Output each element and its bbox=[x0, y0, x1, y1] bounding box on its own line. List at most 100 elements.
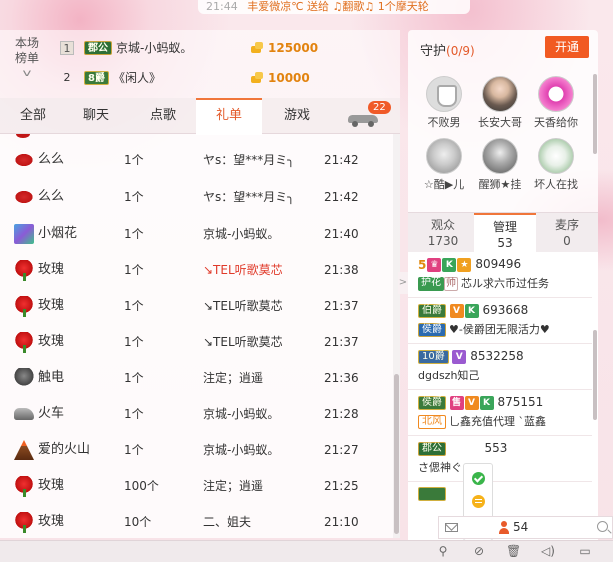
broadcast-time: 21:44 bbox=[206, 0, 238, 13]
collapse-arrow-icon[interactable]: > bbox=[398, 272, 408, 294]
guard-member[interactable]: 长安大哥 bbox=[470, 76, 530, 130]
tab-gift-list[interactable]: 礼单 bbox=[196, 98, 262, 135]
gift-sender[interactable]: 注定；逍遥 bbox=[203, 468, 263, 504]
guard-member[interactable]: 醒狮★挂 bbox=[470, 138, 530, 192]
chat-input-bar[interactable]: 54 bbox=[438, 516, 613, 539]
guard-member-name: 天香给你 bbox=[534, 116, 578, 129]
gift-sender[interactable]: 二、姐夫 bbox=[203, 504, 251, 538]
guard-scrollbar[interactable] bbox=[592, 70, 598, 210]
tab-managers[interactable]: 管理 53 bbox=[474, 213, 536, 253]
menu-circle-icon[interactable] bbox=[472, 495, 485, 508]
speaker-icon[interactable]: ◁) bbox=[541, 544, 555, 558]
gift-sender[interactable]: 京城-小蚂蚁。 bbox=[203, 216, 279, 252]
avatar bbox=[538, 138, 574, 174]
gift-time: 21:27 bbox=[324, 443, 359, 457]
gift-time: 21:25 bbox=[324, 479, 359, 493]
open-guard-button[interactable]: 开通 bbox=[545, 36, 589, 58]
gift-row: 么么 1个 ヤs：望***月ミ╮ 21:42 bbox=[0, 142, 390, 178]
tab-all[interactable]: 全部 bbox=[0, 98, 66, 134]
chevron-down-icon[interactable]: v bbox=[2, 66, 53, 81]
gift-row: 玫瑰 1个 ↘TEL听歌莫芯 21:37 bbox=[0, 288, 390, 324]
manager-row[interactable]: 10爵 V 8532258 dgdszh知己 bbox=[408, 344, 592, 390]
gift-sender[interactable]: ↘TEL听歌莫芯 bbox=[203, 324, 283, 360]
tab-song-request[interactable]: 点歌 bbox=[130, 98, 196, 134]
guard-title-text: 守护 bbox=[420, 44, 447, 59]
gift-sender[interactable]: ヤs：望***月ミ╮ bbox=[203, 179, 294, 215]
crown-icon: ♛ bbox=[427, 258, 442, 272]
gift-sender[interactable]: ↘TEL听歌莫芯 bbox=[203, 252, 283, 288]
mail-icon[interactable] bbox=[445, 523, 458, 532]
tab-audience[interactable]: 观众 1730 bbox=[412, 213, 474, 253]
gift-sender[interactable]: ↘TEL听歌莫芯 bbox=[203, 288, 283, 324]
tab-chat[interactable]: 聊天 bbox=[63, 98, 129, 134]
rank-label[interactable]: 本场 榜单 v bbox=[10, 36, 44, 81]
gift-row: 么么 1个 ヤs：望***月ミ╮ 21:42 bbox=[0, 179, 390, 215]
gift-sender[interactable]: ヤs：望***月ミ╮ bbox=[203, 142, 294, 178]
guard-count: (0/9) bbox=[446, 44, 475, 58]
tab-label: 管理 bbox=[492, 220, 517, 234]
gift-time: 21:40 bbox=[324, 227, 359, 241]
trash-icon[interactable]: 🗑 bbox=[506, 544, 521, 558]
rank-amount-row: 125000 bbox=[250, 36, 318, 58]
gift-count: 1个 bbox=[124, 443, 144, 457]
guard-member[interactable]: ☆酷▶儿 bbox=[414, 138, 474, 192]
gift-count: 1个 bbox=[124, 407, 144, 421]
car-icon[interactable] bbox=[346, 112, 380, 127]
scrollbar-thumb[interactable] bbox=[593, 330, 597, 420]
guard-member-name: 不败男 bbox=[427, 116, 461, 129]
gift-name: 触电 bbox=[38, 370, 65, 385]
volcano-icon bbox=[14, 440, 34, 460]
manager-row[interactable]: 5 ♛ K ★ 809496 护花帅芯ル求六币过任务 bbox=[408, 252, 592, 298]
user-nickname: ♥-侯爵团无限活力♥ bbox=[449, 323, 550, 336]
manager-row[interactable]: 伯爵 V K 693668 侯爵 ♥-侯爵团无限活力♥ bbox=[408, 298, 592, 344]
gift-time: 21:38 bbox=[324, 263, 359, 277]
avatar bbox=[426, 76, 462, 112]
k-badge-icon: K bbox=[442, 258, 457, 272]
k-badge-icon: K bbox=[479, 396, 494, 410]
noble-badge: 8爵 bbox=[84, 70, 109, 85]
zoom-icon[interactable] bbox=[597, 521, 608, 532]
gift-row: 小烟花 1个 京城-小蚂蚁。 21:40 bbox=[0, 216, 390, 252]
gift-sender[interactable]: 京城-小蚂蚁。 bbox=[203, 432, 279, 468]
tab-count: 0 bbox=[563, 234, 571, 248]
gift-count: 1个 bbox=[124, 335, 144, 349]
v-badge-icon: V bbox=[449, 304, 464, 318]
rank-user-name[interactable]: 《闲人》 bbox=[113, 71, 161, 85]
scrollbar-thumb[interactable] bbox=[593, 74, 597, 154]
user-id: 875151 bbox=[497, 395, 544, 409]
window-icon[interactable]: ▭ bbox=[578, 544, 592, 558]
rank-user-name[interactable]: 京城-小蚂蚁。 bbox=[116, 41, 192, 55]
pin-icon[interactable]: ⚲ bbox=[436, 544, 450, 558]
gift-sender[interactable]: 注定；逍遥 bbox=[203, 360, 263, 396]
lips-icon bbox=[14, 190, 34, 204]
user-icon bbox=[499, 521, 509, 535]
gift-list-scrollbar[interactable] bbox=[393, 134, 400, 538]
gift-sender[interactable]: 京城-小蚂蚁。 bbox=[203, 396, 279, 432]
scrollbar-thumb[interactable] bbox=[394, 374, 399, 534]
gift-list: 么么 1个 ヤs：望***月ミ╮ 21:42 么么 1个 ヤs：望***月ミ╮ 21:42 … bbox=[0, 134, 400, 538]
manager-row[interactable]: 侯爵 售 V K 875151 北风 乚鑫充值代理 `蓝鑫 bbox=[408, 390, 592, 436]
guard-member[interactable]: 天香给你 bbox=[526, 76, 586, 130]
tab-mic-queue[interactable]: 麦序 0 bbox=[536, 213, 598, 253]
guard-member[interactable]: 不败男 bbox=[414, 76, 474, 130]
eel-icon bbox=[14, 368, 34, 388]
noble-badge: 郡公 bbox=[418, 442, 446, 456]
gift-name: 玫瑰 bbox=[38, 478, 65, 493]
rank-row[interactable]: 1 郡公 京城-小蚂蚁。 bbox=[60, 36, 192, 58]
avatar bbox=[426, 138, 462, 174]
guard-member-name: ☆酷▶儿 bbox=[423, 178, 465, 191]
manager-scrollbar[interactable] bbox=[592, 290, 598, 540]
noble-badge bbox=[418, 487, 446, 501]
gift-count: 1个 bbox=[124, 190, 144, 204]
guard-member[interactable]: 坏人在找 bbox=[526, 138, 586, 192]
user-tag: 帅 bbox=[444, 277, 458, 291]
rose-icon bbox=[14, 332, 34, 353]
lock-icon[interactable]: ⊘ bbox=[472, 544, 486, 558]
rose-icon bbox=[14, 476, 34, 497]
check-circle-icon[interactable] bbox=[472, 472, 485, 485]
rank-row[interactable]: 2 8爵 《闲人》 bbox=[60, 66, 161, 88]
tab-games[interactable]: 游戏 bbox=[264, 98, 330, 134]
manager-row[interactable]: 郡公 553 さ偲神ぐ bbox=[408, 436, 592, 482]
avatar bbox=[482, 76, 518, 112]
rank-label-line1: 本场 bbox=[14, 36, 39, 50]
